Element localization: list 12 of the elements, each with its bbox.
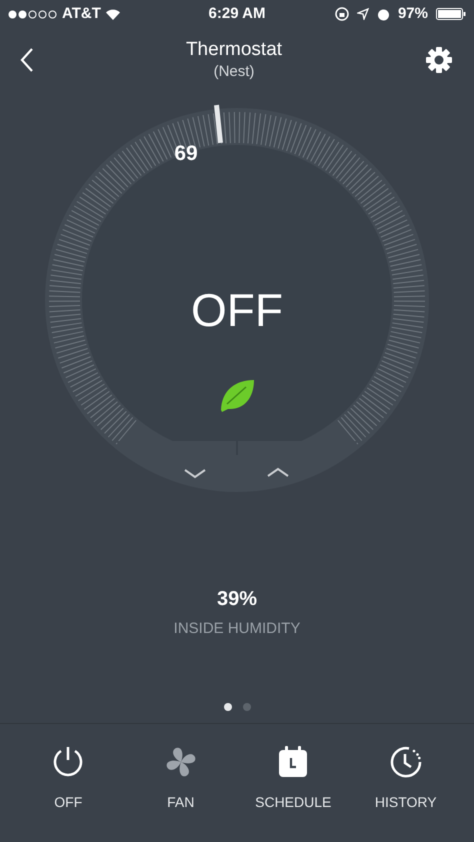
humidity-label: INSIDE HUMIDITY <box>174 619 300 639</box>
tab-bar-item[interactable]: SCHEDULE <box>237 724 350 842</box>
screen-title: Thermostat <box>186 38 282 62</box>
setpoint-value: 69 <box>174 142 198 165</box>
clock-time: 6:29 AM <box>208 4 266 24</box>
screen-subtitle: (Nest) <box>214 62 254 82</box>
battery-percent: 97% <box>398 4 428 24</box>
humidity-value: 39% <box>216 587 258 612</box>
carrier-name: AT&T <box>62 4 101 24</box>
tab-bar-item[interactable]: HISTORY <box>350 724 462 842</box>
mode-label: OFF <box>191 284 283 336</box>
tab-bar-item[interactable]: OFF <box>12 724 124 842</box>
